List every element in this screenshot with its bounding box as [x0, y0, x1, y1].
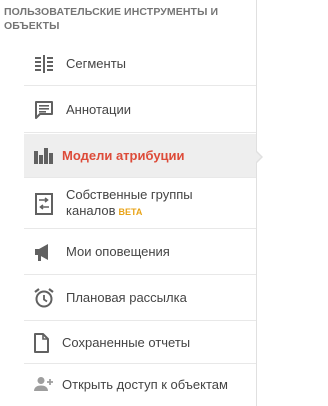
alarm-clock-icon [33, 287, 55, 309]
annotation-icon [33, 99, 55, 121]
menu-item-attribution-models[interactable]: Модели атрибуции [24, 134, 256, 178]
menu-item-label-line2: каналов [66, 203, 116, 218]
bar-chart-icon [33, 145, 55, 167]
share-assets-label: Открыть доступ к объектам [62, 376, 228, 392]
add-person-icon [32, 373, 54, 395]
tools-panel: ПОЛЬЗОВАТЕЛЬСКИЕ ИНСТРУМЕНТЫ И ОБЪЕКТЫ С… [0, 0, 257, 406]
menu-item-channel-groups[interactable]: Собственные группы каналов BETA [24, 179, 256, 229]
beta-badge: BETA [118, 207, 143, 217]
share-assets-link[interactable]: Открыть доступ к объектам [24, 366, 264, 402]
menu-item-label: Модели атрибуции [62, 147, 185, 163]
menu-item-segments[interactable]: Сегменты [24, 42, 256, 86]
panel-heading: ПОЛЬЗОВАТЕЛЬСКИЕ ИНСТРУМЕНТЫ И ОБЪЕКТЫ [4, 6, 219, 32]
menu-item-label: Сохраненные отчеты [62, 334, 191, 350]
menu-item-label: Аннотации [66, 101, 131, 117]
document-icon [30, 332, 52, 354]
megaphone-icon [33, 241, 55, 263]
menu-item-label: Плановая рассылка [66, 290, 187, 305]
menu-item-label-line1: Собственные группы [66, 187, 193, 202]
menu-item-label: Сегменты [66, 55, 127, 71]
menu-item-saved-reports[interactable]: Сохраненные отчеты [24, 322, 256, 364]
menu-item-label: Собственные группы каналов BETA [66, 187, 193, 220]
menu-item-annotations[interactable]: Аннотации [24, 87, 256, 133]
menu-item-alerts[interactable]: Мои оповещения [24, 230, 256, 275]
channel-groups-icon [33, 192, 55, 215]
active-pointer [255, 150, 263, 164]
menu-item-scheduled-emails[interactable]: Плановая рассылка [24, 276, 256, 321]
menu-item-label: Мои оповещения [66, 244, 170, 259]
segments-icon [33, 53, 55, 75]
